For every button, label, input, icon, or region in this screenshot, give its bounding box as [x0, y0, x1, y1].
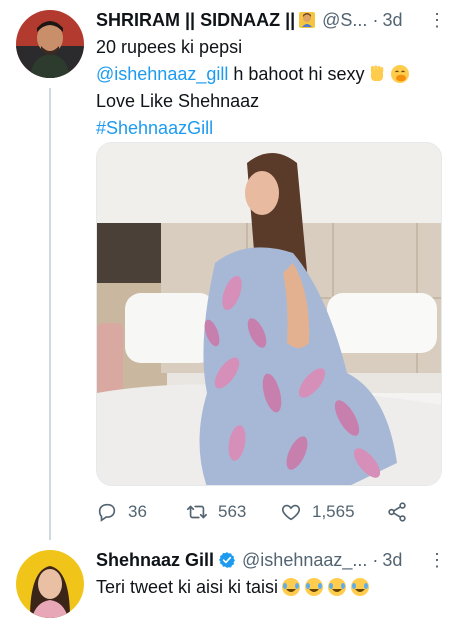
- hashtag-link[interactable]: #ShehnaazGill: [96, 115, 442, 142]
- separator-dot: ·: [372, 9, 379, 30]
- verified-badge-icon: [219, 552, 236, 568]
- author-handle[interactable]: @ishehnaaz_...: [242, 550, 367, 571]
- share-icon: [388, 502, 406, 522]
- share-button[interactable]: [386, 501, 408, 523]
- tears-of-joy-emoji-icon: [282, 578, 301, 596]
- tweet-text-line: 20 rupees ki pepsi: [96, 37, 243, 57]
- tears-of-joy-emoji-icon: [305, 578, 324, 596]
- like-icon: [281, 504, 301, 521]
- author-display-name[interactable]: SHRIRAM || SIDNAAZ ||: [96, 10, 295, 31]
- tears-of-joy-emoji-icon: [351, 578, 370, 596]
- raised-fist-emoji-icon: [371, 65, 384, 81]
- retweet-icon: [187, 505, 207, 519]
- separator-dot: ·: [372, 549, 379, 570]
- like-count: 1,565: [312, 502, 355, 521]
- more-icon[interactable]: ⋮: [428, 11, 446, 29]
- retweet-count: 563: [218, 502, 247, 521]
- tweet-actions: 36 563 1,565: [96, 498, 442, 526]
- tweet-text: Teri tweet ki aisi ki taisi: [96, 574, 442, 601]
- author-handle[interactable]: @S...: [322, 10, 367, 31]
- tweet-text-fragment: Teri tweet ki aisi ki taisi: [96, 577, 279, 597]
- face-with-hand-over-mouth-emoji-icon: [391, 65, 410, 83]
- tweet-text: 20 rupees ki pepsi @ishehnaaz_gill h bah…: [96, 34, 442, 142]
- mention-link[interactable]: @ishehnaaz_gill: [96, 64, 228, 84]
- reply-button[interactable]: 36: [96, 501, 186, 523]
- tweet-text-line: @ishehnaaz_gill h bahoot hi sexy: [96, 61, 442, 88]
- more-icon[interactable]: ⋮: [428, 551, 446, 569]
- tweet-text-line: Teri tweet ki aisi ki taisi: [96, 574, 442, 601]
- retweet-button[interactable]: 563: [186, 501, 280, 523]
- like-button[interactable]: 1,565: [280, 501, 386, 523]
- man-technologist-emoji-icon: [299, 12, 316, 28]
- tweet-quote[interactable]: SHRIRAM || SIDNAAZ || @S... · 3d ⋮ 20 ru…: [0, 0, 456, 540]
- tweet-reply[interactable]: Shehnaaz Gill @ishehnaaz_... · 3d ⋮ Teri…: [0, 540, 456, 618]
- author-avatar[interactable]: [16, 10, 84, 78]
- reply-icon: [98, 503, 116, 522]
- tweet-header: Shehnaaz Gill @ishehnaaz_... · 3d ⋮: [96, 548, 446, 572]
- tweet-header: SHRIRAM || SIDNAAZ || @S... · 3d ⋮: [96, 8, 446, 32]
- tweet-photo[interactable]: [96, 142, 442, 486]
- tweet-timestamp[interactable]: 3d: [382, 10, 402, 31]
- tweet-timestamp[interactable]: 3d: [382, 550, 402, 571]
- author-display-name[interactable]: Shehnaaz Gill: [96, 550, 214, 571]
- tears-of-joy-emoji-icon: [328, 578, 347, 596]
- tweet-text-line: Love Like Shehnaaz: [96, 91, 260, 111]
- author-avatar[interactable]: [16, 550, 84, 618]
- thread-connector-line: [49, 88, 51, 540]
- tweet-text-fragment: h bahoot hi sexy: [228, 64, 365, 84]
- reply-count: 36: [128, 502, 147, 521]
